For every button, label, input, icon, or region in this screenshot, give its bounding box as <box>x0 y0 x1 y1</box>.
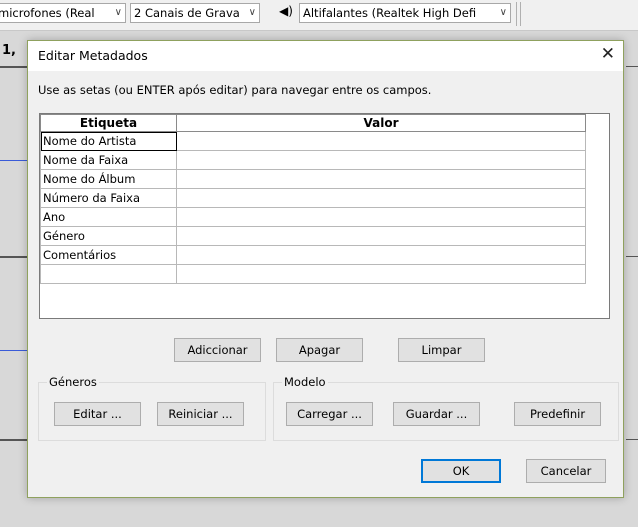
value-cell[interactable] <box>176 245 586 265</box>
table-row: Número da Faixa <box>40 188 586 208</box>
metadata-table: Etiqueta Valor Nome do Artista Nome da F… <box>40 114 586 284</box>
chevron-down-icon: ∨ <box>114 7 122 18</box>
dialog-titlebar[interactable]: Editar Metadados ✕ <box>28 41 623 71</box>
set-default-button[interactable]: Predefinir <box>514 402 601 426</box>
value-cell[interactable] <box>176 188 586 208</box>
edit-genres-button[interactable]: Editar ... <box>54 402 141 426</box>
delete-button[interactable]: Apagar <box>276 338 363 362</box>
add-button[interactable]: Adiccionar <box>174 338 261 362</box>
label-cell[interactable]: Nome do Artista <box>40 131 177 151</box>
track-divider <box>0 256 28 258</box>
track-divider <box>0 439 28 441</box>
close-icon[interactable]: ✕ <box>601 44 615 64</box>
chevron-down-icon: ∨ <box>248 7 256 18</box>
value-cell[interactable] <box>176 131 586 151</box>
table-row: Género <box>40 226 586 246</box>
table-header-row: Etiqueta Valor <box>40 114 586 132</box>
value-cell[interactable] <box>176 169 586 189</box>
speaker-icon: ◀) <box>279 4 293 18</box>
label-cell[interactable]: Género <box>40 226 177 246</box>
label-cell[interactable]: Nome do Álbum <box>40 169 177 189</box>
genres-group-label: Géneros <box>47 375 99 389</box>
load-template-button[interactable]: Carregar ... <box>286 402 373 426</box>
track-divider <box>0 66 28 68</box>
microphone-select[interactable]: microfones (Real ∨ <box>0 3 126 23</box>
table-row: Ano <box>40 207 586 227</box>
dialog-title: Editar Metadados <box>38 48 148 63</box>
toolbar-separator <box>520 2 521 26</box>
column-header-label[interactable]: Etiqueta <box>40 114 177 132</box>
playback-device-select[interactable]: Altifalantes (Realtek High Defi ∨ <box>299 3 511 23</box>
track-number: 1, <box>2 43 16 58</box>
label-cell[interactable] <box>40 264 177 284</box>
cancel-button[interactable]: Cancelar <box>526 459 606 483</box>
save-template-button[interactable]: Guardar ... <box>393 402 480 426</box>
value-cell[interactable] <box>176 150 586 170</box>
recording-channels-value: 2 Canais de Grava <box>134 6 240 20</box>
waveform-line <box>0 160 28 161</box>
track-divider <box>626 439 638 440</box>
device-toolbar: microfones (Real ∨ 2 Canais de Grava ∨ ◀… <box>0 0 638 31</box>
column-header-value[interactable]: Valor <box>176 114 586 132</box>
microphone-select-value: microfones (Real <box>0 6 95 20</box>
chevron-down-icon: ∨ <box>499 7 507 18</box>
navigation-hint: Use as setas (ou ENTER após editar) para… <box>38 83 432 97</box>
waveform-line <box>0 350 28 351</box>
table-row: Nome da Faixa <box>40 150 586 170</box>
track-divider <box>626 66 638 67</box>
playback-device-value: Altifalantes (Realtek High Defi <box>303 6 477 20</box>
toolbar-separator <box>516 2 517 26</box>
label-cell[interactable]: Ano <box>40 207 177 227</box>
value-cell[interactable] <box>176 264 586 284</box>
template-group-label: Modelo <box>282 375 328 389</box>
table-row: Nome do Álbum <box>40 169 586 189</box>
reset-genres-button[interactable]: Reiniciar ... <box>157 402 244 426</box>
label-cell[interactable]: Nome da Faixa <box>40 150 177 170</box>
recording-channels-select[interactable]: 2 Canais de Grava ∨ <box>130 3 260 23</box>
table-row: Nome do Artista <box>40 131 586 151</box>
track-divider <box>626 256 638 257</box>
metadata-grid[interactable]: Etiqueta Valor Nome do Artista Nome da F… <box>39 113 610 319</box>
ok-button[interactable]: OK <box>421 459 501 483</box>
table-row <box>40 264 586 284</box>
table-row: Comentários <box>40 245 586 265</box>
label-cell[interactable]: Comentários <box>40 245 177 265</box>
value-cell[interactable] <box>176 207 586 227</box>
label-cell[interactable]: Número da Faixa <box>40 188 177 208</box>
edit-metadata-dialog: Editar Metadados ✕ Use as setas (ou ENTE… <box>27 40 624 498</box>
value-cell[interactable] <box>176 226 586 246</box>
clear-button[interactable]: Limpar <box>398 338 485 362</box>
